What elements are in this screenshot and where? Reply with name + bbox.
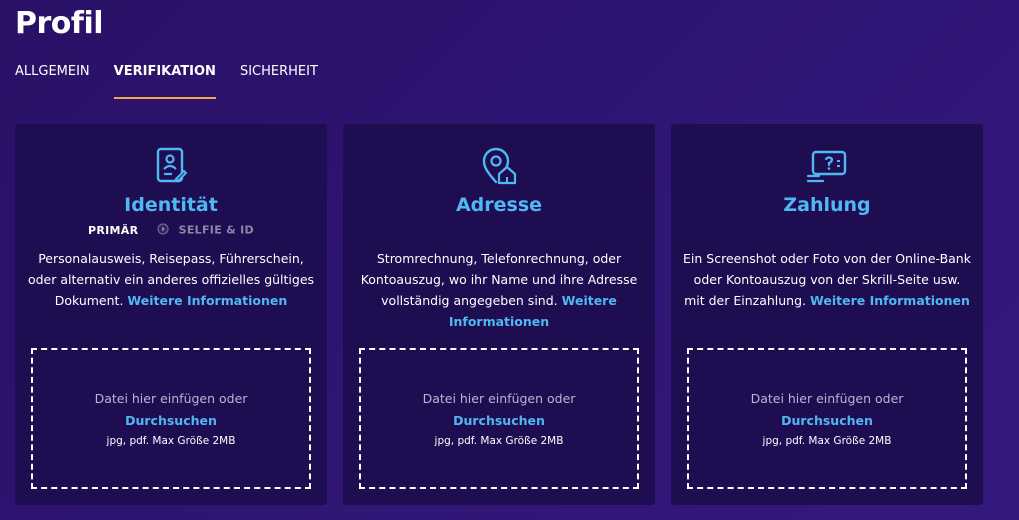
tab-verifikation[interactable]: VERIFIKATION: [113, 64, 217, 99]
card-description: Personalausweis, Reisepass, Führerschein…: [27, 248, 315, 311]
drop-text: Datei hier einfügen oder: [94, 391, 248, 406]
verification-type-row: PRIMÄR SELFIE & ID: [15, 223, 327, 238]
page-title: Profil: [15, 6, 104, 41]
tab-allgemein[interactable]: ALLGEMEIN: [15, 64, 90, 99]
id-card-icon: [15, 146, 327, 186]
tab-sicherheit[interactable]: SICHERHEIT: [240, 64, 318, 99]
card-title: Adresse: [455, 194, 543, 216]
file-hint: jpg, pdf. Max Größe 2MB: [762, 435, 892, 447]
address-card: Adresse Stromrechnung, Telefonrechnung, …: [343, 124, 655, 505]
primary-label: PRIMÄR: [88, 223, 139, 237]
tab-bar: ALLGEMEIN VERIFIKATION SICHERHEIT: [15, 64, 342, 99]
file-drop-zone[interactable]: Datei hier einfügen oder Durchsuchen jpg…: [31, 348, 311, 489]
drop-text: Datei hier einfügen oder: [422, 391, 576, 406]
browse-link[interactable]: Durchsuchen: [33, 413, 309, 428]
secondary-label[interactable]: SELFIE & ID: [179, 224, 254, 237]
more-info-link[interactable]: Weitere Informationen: [810, 293, 970, 308]
payment-card: Zahlung Ein Screenshot oder Foto von der…: [671, 124, 983, 505]
drop-text: Datei hier einfügen oder: [750, 391, 904, 406]
more-info-link[interactable]: Weitere Informationen: [127, 293, 287, 308]
file-drop-zone[interactable]: Datei hier einfügen oder Durchsuchen jpg…: [687, 348, 967, 489]
identity-card: Identität PRIMÄR SELFIE & ID Personalaus…: [15, 124, 327, 505]
browse-link[interactable]: Durchsuchen: [361, 413, 637, 428]
card-description: Ein Screenshot oder Foto von der Online-…: [683, 248, 971, 311]
card-title: Identität: [124, 194, 218, 216]
location-home-icon: [343, 146, 655, 186]
card-title: Zahlung: [783, 194, 871, 216]
payment-card-icon: [671, 146, 983, 186]
card-description: Stromrechnung, Telefonrechnung, oder Kon…: [355, 248, 643, 332]
file-drop-zone[interactable]: Datei hier einfügen oder Durchsuchen jpg…: [359, 348, 639, 489]
browse-link[interactable]: Durchsuchen: [689, 413, 965, 428]
file-hint: jpg, pdf. Max Größe 2MB: [434, 435, 564, 447]
selfie-toggle-icon[interactable]: [156, 223, 169, 238]
file-hint: jpg, pdf. Max Größe 2MB: [106, 435, 236, 447]
